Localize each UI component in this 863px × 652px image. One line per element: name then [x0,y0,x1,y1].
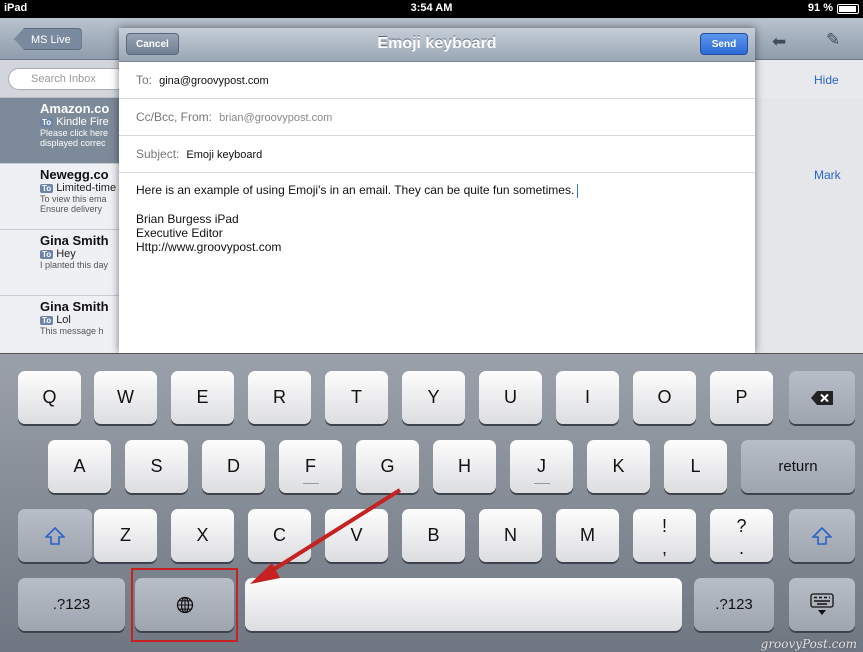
shift-icon [44,526,66,545]
key-question-period[interactable]: ? . [710,509,773,562]
text-cursor [577,183,579,198]
to-value: gina@groovypost.com [159,75,269,87]
search-input[interactable]: Search Inbox [8,68,136,90]
delete-key[interactable] [789,371,855,424]
to-field[interactable]: To: gina@groovypost.com [119,62,755,99]
signature-line: Http://www.groovypost.com [136,239,282,254]
key-f-label: F [305,456,316,476]
home-row-marker [302,483,319,484]
key-u[interactable]: U [479,371,542,424]
key-s[interactable]: S [125,440,188,493]
key-top-char: ? [736,516,747,536]
message-subject-text: Lol [56,314,71,326]
key-c[interactable]: C [248,509,311,562]
key-exclaim-comma[interactable]: ! , [633,509,696,562]
key-y[interactable]: Y [402,371,465,424]
key-r[interactable]: R [248,371,311,424]
reply-icon[interactable]: ⬅ [772,32,786,52]
key-p[interactable]: P [710,371,773,424]
onscreen-keyboard: Q W E R T Y U I O P A S D F G H J K L re… [0,353,863,652]
key-j-label: J [537,456,546,476]
clock: 3:54 AM [410,2,453,14]
key-e[interactable]: E [171,371,234,424]
key-z[interactable]: Z [94,509,157,562]
key-k[interactable]: K [587,440,650,493]
numbers-key-right[interactable]: .?123 [694,578,774,631]
key-x[interactable]: X [171,509,234,562]
to-label: To: [136,73,153,87]
message-body[interactable]: Here is an example of using Emoji's in a… [136,183,736,254]
signature-line: Executive Editor [136,225,223,240]
battery-percent: 91 % [807,2,833,14]
key-top-char: ! [661,516,667,536]
key-t[interactable]: T [325,371,388,424]
compose-icon[interactable]: ✎ [826,30,840,50]
status-bar: iPad 3:54 AM 91 % [0,0,863,18]
shift-key-right[interactable] [789,509,855,562]
key-o[interactable]: O [633,371,696,424]
body-line: Here is an example of using Emoji's in a… [136,183,575,197]
delete-icon [811,391,833,406]
key-m[interactable]: M [556,509,619,562]
numbers-key-left[interactable]: .?123 [18,578,125,631]
key-w[interactable]: W [94,371,157,424]
mark-button[interactable]: Mark [814,168,841,182]
message-subject-text: Limited-time [56,182,117,194]
battery-icon [837,4,859,14]
hide-keyboard-icon [810,593,834,616]
key-n[interactable]: N [479,509,542,562]
watermark: groovyPost.com [760,637,857,651]
ccbcc-label: Cc/Bcc, From: [136,110,213,124]
home-row-marker [533,483,550,484]
globe-key[interactable] [135,578,234,631]
message-subject-text: Hey [56,248,76,260]
shift-icon [811,526,833,545]
key-q[interactable]: Q [18,371,81,424]
return-key[interactable]: return [741,440,855,493]
signature-line: Brian Burgess iPad [136,211,239,226]
subject-label: Subject: [136,147,180,161]
key-bottom-char: . [738,538,744,558]
subject-field[interactable]: Subject: Emoji keyboard [119,136,755,173]
message-subject-text: Kindle Fire [56,116,109,128]
key-g[interactable]: G [356,440,419,493]
key-j[interactable]: J [510,440,573,493]
key-i[interactable]: I [556,371,619,424]
key-d[interactable]: D [202,440,265,493]
key-bottom-char: , [661,538,667,558]
key-v[interactable]: V [325,509,388,562]
from-value: brian@groovypost.com [219,112,333,124]
message-detail-pane [755,98,863,353]
back-button[interactable]: MS Live [14,28,82,50]
shift-key-left[interactable] [18,509,92,562]
key-f[interactable]: F [279,440,342,493]
send-button[interactable]: Send [700,33,748,55]
compose-title: Emoji keyboard [377,35,497,52]
compose-toolbar: Cancel Emoji keyboard Send [119,28,755,62]
hide-button[interactable]: Hide [814,73,839,87]
space-key[interactable] [245,578,682,631]
key-h[interactable]: H [433,440,496,493]
key-a[interactable]: A [48,440,111,493]
key-l[interactable]: L [664,440,727,493]
hide-keyboard-key[interactable] [789,578,855,631]
key-b[interactable]: B [402,509,465,562]
ipad-screen: iPad 3:54 AM 91 % MS Live ⬅ ✎ 🔍 Search I… [0,0,863,652]
globe-icon [176,596,193,614]
subject-value: Emoji keyboard [186,149,263,161]
ccbcc-field[interactable]: Cc/Bcc, From: brian@groovypost.com [119,99,755,136]
